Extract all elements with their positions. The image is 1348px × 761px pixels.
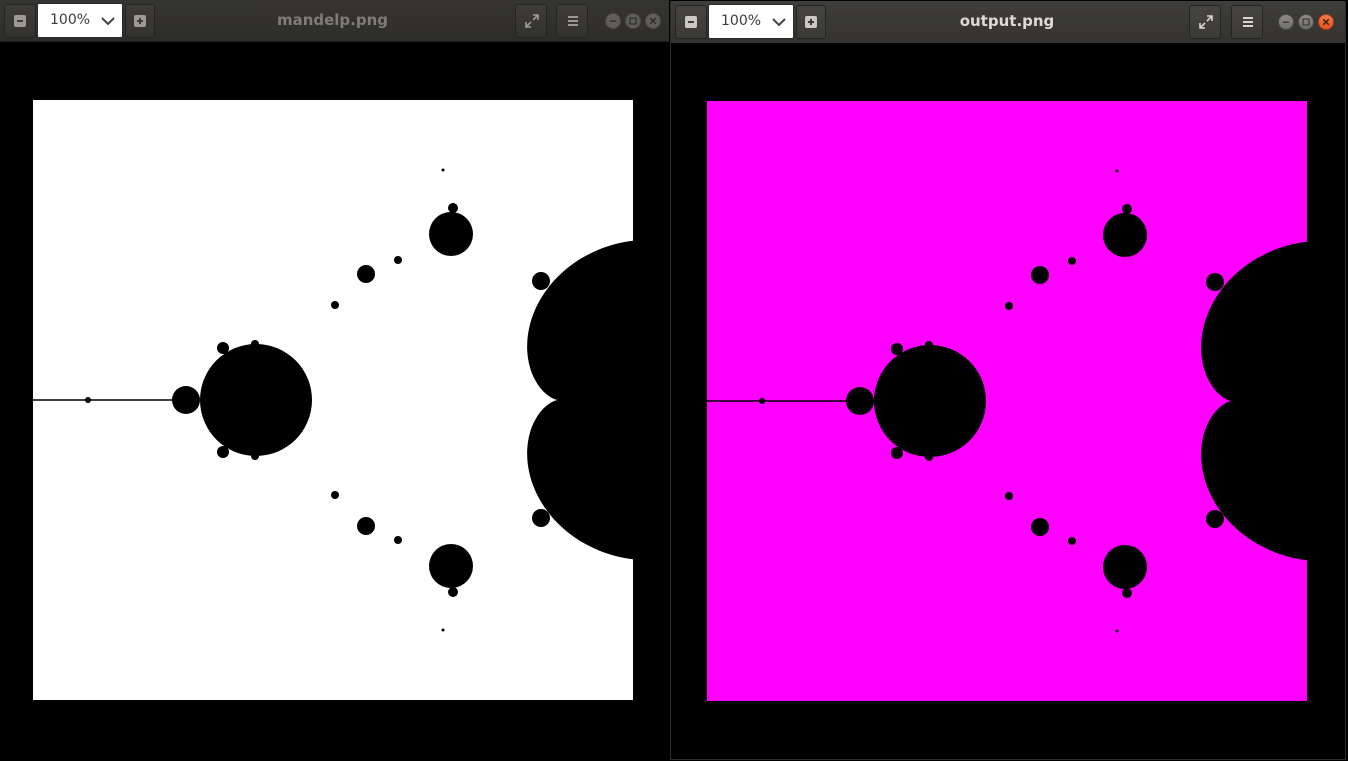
satellite-bulb <box>251 452 259 460</box>
satellite-bulb <box>559 471 567 479</box>
satellite-bulb <box>1233 472 1241 480</box>
image-canvas[interactable] <box>671 43 1345 759</box>
close-icon <box>1322 18 1330 26</box>
image-viewer-window-mandelp: 100% mandelp.png <box>0 0 669 761</box>
satellite-bulb <box>1206 510 1224 528</box>
mandelbrot-fractal-image <box>33 100 633 700</box>
period-3-bulb-bottom <box>1103 545 1147 589</box>
satellite-bulb <box>1068 537 1076 545</box>
satellite-bulb <box>891 343 903 355</box>
close-button[interactable] <box>1318 14 1334 30</box>
satellite-bulb <box>532 509 550 527</box>
satellite-bulb <box>925 453 933 461</box>
menu-button[interactable] <box>1231 5 1263 39</box>
zoom-out-button[interactable] <box>675 5 707 39</box>
satellite-bulb <box>331 301 339 309</box>
zoom-level-value: 100% <box>721 13 762 29</box>
minus-square-icon <box>14 15 26 27</box>
satellite-bulb <box>1031 518 1049 536</box>
satellite-bulb <box>217 342 229 354</box>
top-bulb-tip <box>448 203 458 213</box>
window-title: mandelp.png <box>276 11 389 29</box>
maximize-button[interactable] <box>625 13 641 29</box>
satellite-bulb <box>217 446 229 458</box>
plus-square-icon <box>805 16 817 28</box>
satellite-bulb <box>394 256 402 264</box>
minimize-icon <box>610 20 616 22</box>
filament-dot <box>441 168 445 172</box>
zoom-in-button[interactable] <box>796 5 826 39</box>
bottom-bulb-tip <box>1122 588 1132 598</box>
period-4-bulb <box>846 387 874 415</box>
minus-square-icon <box>685 16 697 28</box>
maximize-icon <box>1302 18 1310 26</box>
satellite-bulb <box>1005 492 1013 500</box>
plus-square-icon <box>134 15 146 27</box>
titlebar[interactable]: 100% mandelp.png <box>0 0 669 42</box>
image-mandelbrot <box>33 100 633 700</box>
period-4-bulb <box>172 386 200 414</box>
chevron-down-icon <box>772 18 786 27</box>
bottom-bulb-tip <box>448 587 458 597</box>
image-canvas[interactable] <box>0 42 669 761</box>
satellite-bulb <box>251 340 259 348</box>
satellite-bulb <box>357 265 375 283</box>
satellite-bulb <box>1206 273 1224 291</box>
minimize-button[interactable] <box>1278 14 1294 30</box>
zoom-level-value: 100% <box>50 12 91 28</box>
zoom-level-dropdown[interactable]: 100% <box>708 4 794 39</box>
maximize-button[interactable] <box>1298 14 1314 30</box>
fullscreen-button[interactable] <box>1189 5 1221 39</box>
satellite-bulb <box>1233 322 1241 330</box>
fullscreen-icon <box>1199 15 1213 29</box>
titlebar[interactable]: 100% output.png <box>671 1 1345 44</box>
satellite-bulb <box>394 536 402 544</box>
minimize-icon <box>1283 21 1289 23</box>
zoom-level-dropdown[interactable]: 100% <box>37 3 123 38</box>
filament-dot <box>441 628 445 632</box>
hamburger-menu-icon <box>1243 17 1253 27</box>
minibrot-dot <box>85 397 91 403</box>
mandelbrot-fractal-image <box>707 101 1307 701</box>
satellite-bulb <box>357 517 375 535</box>
close-button[interactable] <box>645 13 661 29</box>
maximize-icon <box>629 17 637 25</box>
zoom-in-button[interactable] <box>125 4 155 38</box>
image-mandelbrot <box>707 101 1307 701</box>
close-icon <box>649 17 657 25</box>
satellite-bulb <box>1068 257 1076 265</box>
zoom-out-button[interactable] <box>4 4 36 38</box>
hamburger-menu-icon <box>568 16 578 26</box>
period-2-bulb <box>874 345 986 457</box>
filament-dot <box>1115 169 1119 173</box>
satellite-bulb <box>331 491 339 499</box>
period-3-bulb-top <box>429 212 473 256</box>
minibrot-dot <box>759 398 765 404</box>
satellite-bulb <box>925 341 933 349</box>
satellite-bulb <box>891 447 903 459</box>
chevron-down-icon <box>101 17 115 26</box>
menu-button[interactable] <box>556 4 588 38</box>
filament-dot <box>1115 629 1119 633</box>
top-bulb-tip <box>1122 204 1132 214</box>
satellite-bulb <box>1031 266 1049 284</box>
satellite-bulb <box>559 321 567 329</box>
fullscreen-button[interactable] <box>515 4 547 38</box>
window-title: output.png <box>959 12 1055 30</box>
period-3-bulb-top <box>1103 213 1147 257</box>
period-3-bulb-bottom <box>429 544 473 588</box>
minimize-button[interactable] <box>605 13 621 29</box>
period-2-bulb <box>200 344 312 456</box>
fullscreen-icon <box>525 14 539 28</box>
image-viewer-window-output: 100% output.png <box>670 1 1346 760</box>
satellite-bulb <box>1005 302 1013 310</box>
satellite-bulb <box>532 272 550 290</box>
